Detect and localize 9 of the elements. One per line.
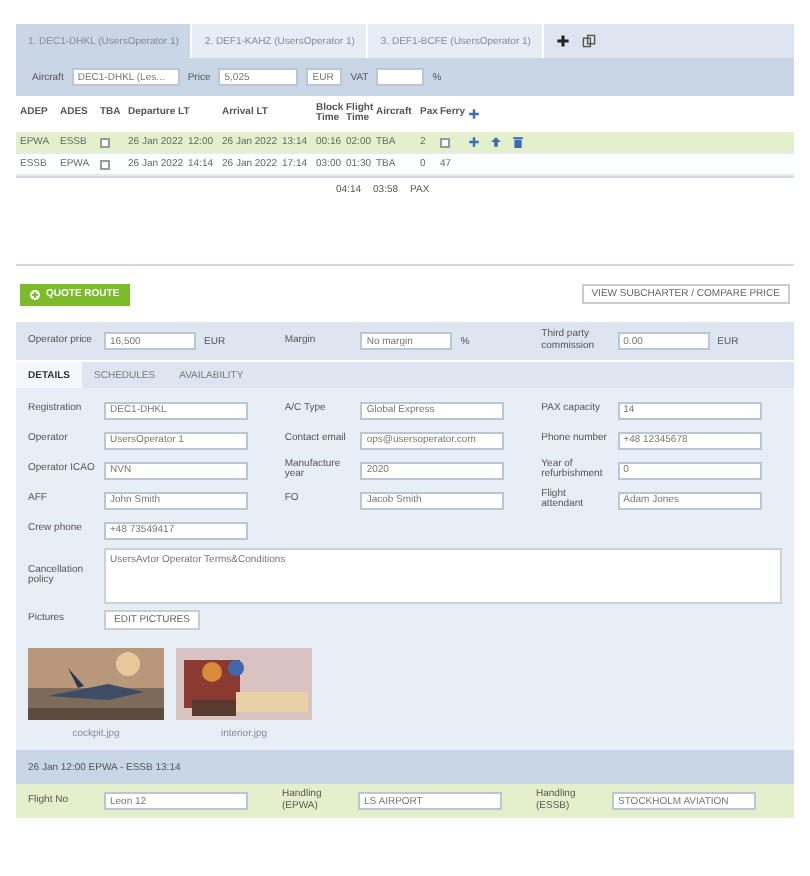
vat-field[interactable]: [376, 68, 425, 86]
trash-icon[interactable]: [512, 136, 524, 148]
plus-icon[interactable]: [556, 34, 571, 48]
ferry-checkbox[interactable]: [440, 137, 450, 147]
plus-circle-icon: [30, 289, 40, 299]
tba-checkbox[interactable]: [100, 137, 110, 147]
arrow-up-icon[interactable]: [490, 136, 502, 148]
copy-icon[interactable]: [582, 34, 597, 48]
tba-checkbox[interactable]: [100, 159, 110, 169]
